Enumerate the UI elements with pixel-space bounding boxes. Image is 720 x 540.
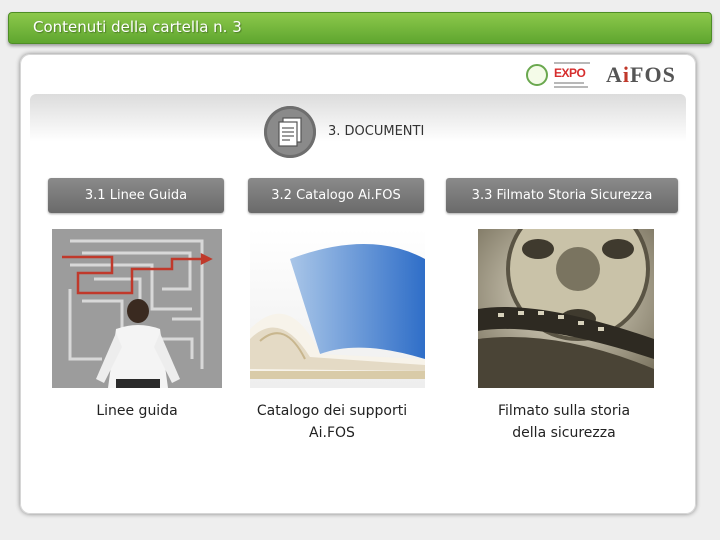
aifos-logo-a: A [606,62,623,87]
caption-line: Filmato sulla storia [497,403,631,419]
aifos-logo-fos: FOS [630,62,676,87]
caption-catalogo: Catalogo dei supporti Ai.FOS [232,400,432,444]
film-reel-image[interactable] [478,229,654,388]
maze-businessman-image[interactable] [52,229,222,388]
tab-filmato-storia-sicurezza[interactable]: 3.3 Filmato Storia Sicurezza [446,178,678,213]
tab-label: 3.2 Catalogo Ai.FOS [271,188,401,203]
caption-line: della sicurezza [512,425,616,441]
document-icon [264,106,316,158]
tab-linee-guida[interactable]: 3.1 Linee Guida [48,178,224,213]
caption-filmato: Filmato sulla storia della sicurezza [464,400,664,444]
caption-linee-guida: Linee guida [52,400,222,422]
page-title: Contenuti della cartella n. 3 [33,18,242,36]
caption-line: Ai.FOS [309,425,355,441]
expo-emblem-icon [526,64,548,86]
section-heading: 3. DOCUMENTI [328,124,425,139]
tab-catalogo-aifos[interactable]: 3.2 Catalogo Ai.FOS [248,178,424,213]
expo-logo-text: EXPO [554,66,586,80]
title-bar: Contenuti della cartella n. 3 [8,12,712,44]
caption-line: Linee guida [96,403,178,419]
expo-logo-icon: EXPO [526,60,596,92]
caption-line: Catalogo dei supporti [256,403,408,419]
aifos-logo-i: i [622,62,631,87]
tab-label: 3.1 Linee Guida [84,188,188,203]
aifos-logo-icon: AiFOS [606,62,676,88]
open-catalog-image[interactable] [250,229,425,388]
tab-label: 3.3 Filmato Storia Sicurezza [471,188,653,203]
